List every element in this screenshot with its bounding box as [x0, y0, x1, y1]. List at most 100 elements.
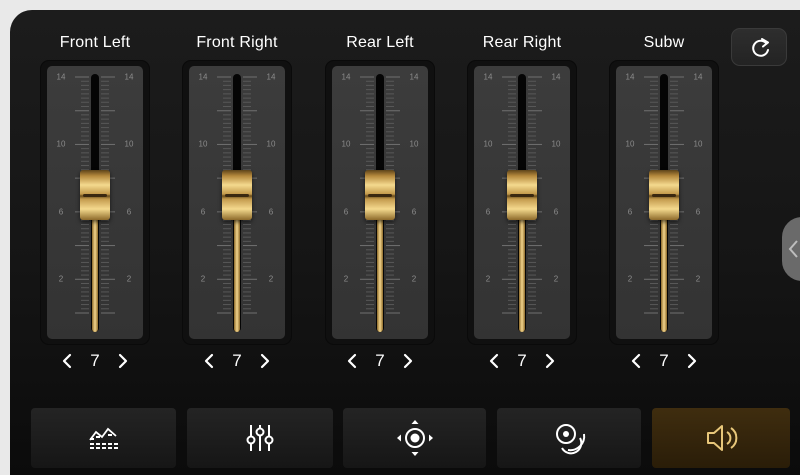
tick-label: 10 — [693, 139, 703, 149]
fader-panel: 14 14 10 10 6 6 2 2 — [40, 60, 150, 345]
tick-label: 10 — [198, 139, 208, 149]
tab-surround[interactable] — [497, 408, 641, 468]
level-value: 7 — [375, 351, 385, 370]
fader-knob[interactable] — [365, 170, 395, 220]
decrease-button[interactable] — [625, 350, 647, 372]
increase-button[interactable] — [254, 350, 276, 372]
channel-label: Subw — [643, 34, 685, 51]
tick-label: 10 — [551, 139, 561, 149]
increase-button[interactable] — [112, 350, 134, 372]
fader-track[interactable]: 14 14 10 10 6 6 2 2 — [474, 66, 570, 339]
level-stepper: 7 — [467, 350, 577, 372]
level-value: 7 — [90, 351, 100, 370]
tick-label: 2 — [553, 274, 559, 284]
tick-label: 2 — [268, 274, 274, 284]
tab-equalizer[interactable] — [31, 408, 176, 468]
level-value: 7 — [659, 351, 669, 370]
refresh-icon — [752, 38, 769, 57]
fader-track[interactable]: 14 14 10 10 6 6 2 2 — [332, 66, 428, 339]
tick-label: 10 — [266, 139, 276, 149]
tick-label: 6 — [343, 207, 349, 217]
tick-label: 6 — [411, 207, 417, 217]
tick-label: 6 — [485, 207, 491, 217]
bottom-tab-bar — [31, 408, 790, 475]
chevron-left-icon — [788, 240, 798, 258]
chevron-left-icon — [204, 353, 214, 369]
tick-label: 14 — [266, 72, 276, 82]
tick-label: 14 — [341, 72, 351, 82]
chevron-left-icon — [347, 353, 357, 369]
channel-label: Rear Left — [346, 34, 414, 51]
chevron-left-icon — [489, 353, 499, 369]
chevron-right-icon — [260, 353, 270, 369]
decrease-button[interactable] — [483, 350, 505, 372]
chevron-right-icon — [687, 353, 697, 369]
tick-label: 14 — [56, 72, 66, 82]
fader-track[interactable]: 14 14 10 10 6 6 2 2 — [47, 66, 143, 339]
tick-label: 2 — [485, 274, 491, 284]
fader-knob[interactable] — [649, 170, 679, 220]
fader-knob[interactable] — [507, 170, 537, 220]
tick-label: 2 — [343, 274, 349, 284]
level-value: 7 — [517, 351, 527, 370]
tab-balance-fader[interactable] — [343, 408, 486, 468]
channel-label: Rear Right — [482, 34, 562, 51]
tick-label: 2 — [411, 274, 417, 284]
increase-button[interactable] — [397, 350, 419, 372]
tick-label: 6 — [200, 207, 206, 217]
tick-label: 14 — [693, 72, 703, 82]
tick-label: 6 — [553, 207, 559, 217]
level-value: 7 — [232, 351, 242, 370]
increase-button[interactable] — [539, 350, 561, 372]
tick-label: 14 — [409, 72, 419, 82]
tick-label: 10 — [341, 139, 351, 149]
fader-track[interactable]: 14 14 10 10 6 6 2 2 — [616, 66, 712, 339]
tick-label: 2 — [126, 274, 132, 284]
tick-label: 14 — [124, 72, 134, 82]
equalizer-graph-icon — [88, 427, 118, 449]
decrease-button[interactable] — [198, 350, 220, 372]
tick-label: 2 — [200, 274, 206, 284]
tick-label: 6 — [695, 207, 701, 217]
surround-sound-icon — [556, 424, 586, 455]
fader-panel: 14 14 10 10 6 6 2 2 — [609, 60, 719, 345]
fader-knob[interactable] — [222, 170, 252, 220]
decrease-button[interactable] — [341, 350, 363, 372]
reset-button[interactable] — [731, 28, 787, 66]
fader-panel: 14 14 10 10 6 6 2 2 — [467, 60, 577, 345]
tick-label: 6 — [58, 207, 64, 217]
chevron-right-icon — [545, 353, 555, 369]
decrease-button[interactable] — [56, 350, 78, 372]
tick-label: 14 — [551, 72, 561, 82]
tick-label: 2 — [695, 274, 701, 284]
tick-label: 6 — [126, 207, 132, 217]
fader-track[interactable]: 14 14 10 10 6 6 2 2 — [189, 66, 285, 339]
tick-label: 10 — [56, 139, 66, 149]
fader-knob[interactable] — [80, 170, 110, 220]
tick-label: 14 — [483, 72, 493, 82]
tab-speaker-volume[interactable] — [652, 408, 790, 468]
speaker-volume-icon — [707, 425, 738, 451]
tick-label: 14 — [625, 72, 635, 82]
level-stepper: 7 — [609, 350, 719, 372]
increase-button[interactable] — [681, 350, 703, 372]
balance-fader-icon — [396, 420, 433, 456]
tick-label: 6 — [627, 207, 633, 217]
level-stepper: 7 — [40, 350, 150, 372]
chevron-left-icon — [631, 353, 641, 369]
tick-label: 6 — [268, 207, 274, 217]
mixer-sliders-icon — [246, 425, 274, 451]
level-stepper: 7 — [182, 350, 292, 372]
channel-label: Front Left — [59, 34, 131, 51]
tick-label: 14 — [198, 72, 208, 82]
channel-label: Front Right — [196, 34, 278, 51]
tab-mixer[interactable] — [187, 408, 333, 468]
side-panel-handle[interactable] — [782, 217, 800, 281]
fader-panel: 14 14 10 10 6 6 2 2 — [325, 60, 435, 345]
tick-label: 10 — [625, 139, 635, 149]
tick-label: 10 — [124, 139, 134, 149]
chevron-right-icon — [403, 353, 413, 369]
tick-label: 2 — [58, 274, 64, 284]
audio-settings-screen: Front Left 14 14 10 10 6 6 2 2 7 Front Right 14 14 10… — [10, 10, 800, 475]
tick-label: 10 — [409, 139, 419, 149]
